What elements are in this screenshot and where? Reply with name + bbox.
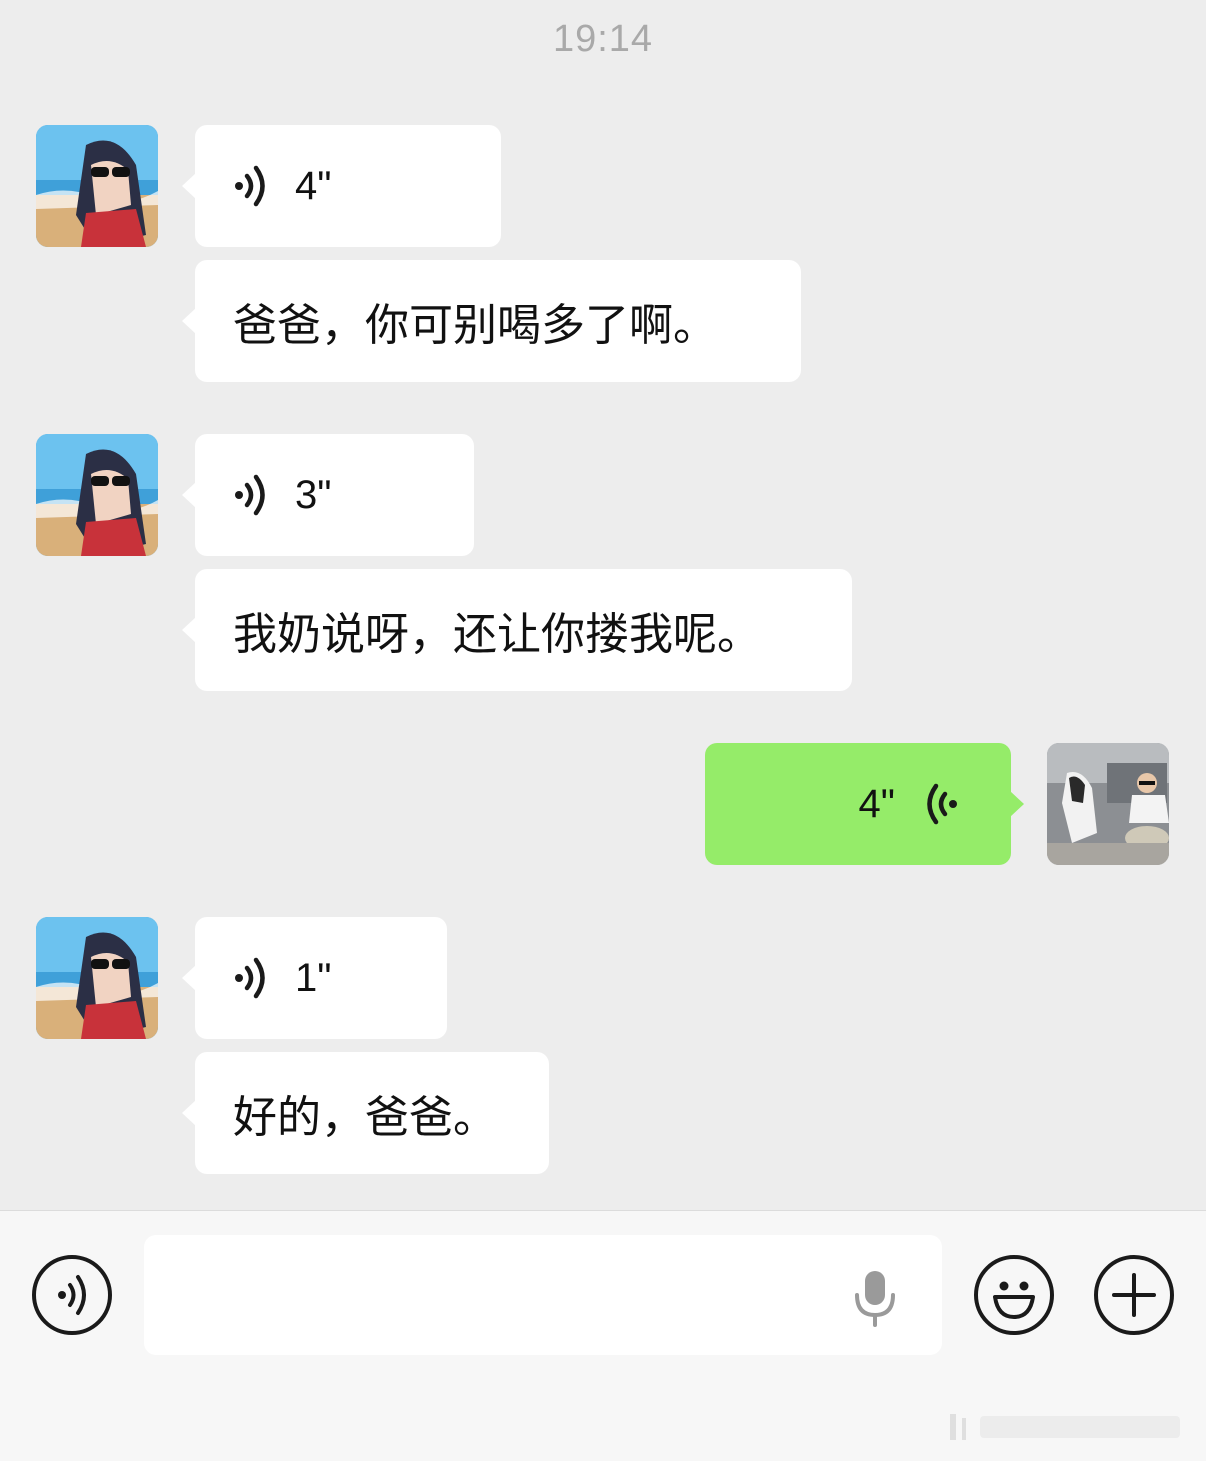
contact-avatar[interactable] (36, 125, 158, 247)
text-message[interactable]: 爸爸，你可别喝多了啊。 (182, 260, 801, 382)
voice-duration: 4" (858, 781, 895, 826)
voice-mode-button[interactable] (32, 1255, 112, 1335)
contact-avatar[interactable] (36, 434, 158, 556)
text-message[interactable]: 好的，爸爸。 (182, 1052, 549, 1174)
plus-button[interactable] (1094, 1255, 1174, 1335)
watermark (950, 1414, 1180, 1440)
message-input[interactable] (144, 1235, 942, 1355)
outgoing-voice-message[interactable]: 4" (705, 743, 1024, 865)
voice-wave-icon (233, 956, 271, 1000)
emoji-button[interactable] (974, 1255, 1054, 1335)
voice-wave-icon (921, 782, 959, 826)
voice-duration: 3" (295, 472, 332, 517)
plus-icon (1112, 1273, 1156, 1317)
voice-wave-icon (233, 164, 271, 208)
text-message[interactable]: 我奶说呀，还让你搂我呢。 (182, 569, 852, 691)
message-text: 我奶说呀，还让你搂我呢。 (233, 609, 761, 660)
voice-mode-icon (58, 1275, 86, 1315)
contact-avatar[interactable] (36, 917, 158, 1039)
voice-message[interactable]: 4" (182, 125, 501, 247)
microphone-icon[interactable] (852, 1269, 898, 1327)
message-text: 好的，爸爸。 (233, 1092, 497, 1143)
message-text: 爸爸，你可别喝多了啊。 (233, 300, 717, 351)
voice-message[interactable]: 3" (182, 434, 474, 556)
emoji-icon (993, 1281, 1035, 1319)
timestamp: 19:14 (552, 18, 654, 60)
voice-duration: 1" (295, 955, 332, 1000)
voice-duration: 4" (295, 163, 332, 208)
my-avatar[interactable] (1047, 743, 1169, 865)
voice-wave-icon (233, 473, 271, 517)
voice-message[interactable]: 1" (182, 917, 447, 1039)
